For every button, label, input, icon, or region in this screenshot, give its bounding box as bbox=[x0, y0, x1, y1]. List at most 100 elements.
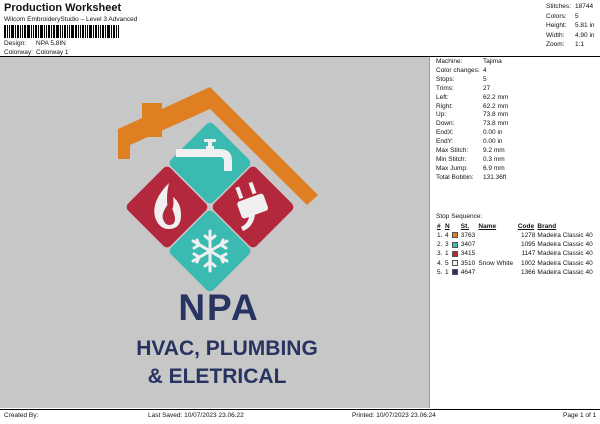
barcode-bar bbox=[35, 25, 37, 38]
machine-info-label: Trims: bbox=[436, 84, 454, 92]
width-label: Width: bbox=[546, 31, 565, 39]
barcode-bar bbox=[11, 25, 14, 38]
thread-name: Snow White bbox=[478, 259, 514, 267]
stop-table-header: # N St. Name Code Brand bbox=[436, 222, 598, 231]
thread-brand: Madeira Classic 40 bbox=[537, 250, 593, 258]
machine-info-row: EndX: 0.00 in bbox=[436, 129, 596, 138]
stop-n: 5 bbox=[444, 259, 449, 267]
thread-swatch bbox=[452, 250, 459, 257]
barcode-bar bbox=[15, 25, 16, 38]
stop-n: 3 bbox=[444, 241, 449, 249]
software-subtitle: Wilcom EmbroideryStudio – Level 3 Advanc… bbox=[4, 16, 138, 23]
width-row: Width: 4.90 in bbox=[546, 31, 600, 41]
col-n: N bbox=[444, 223, 450, 230]
barcode-bar bbox=[31, 25, 32, 38]
barcode-bar bbox=[46, 25, 47, 38]
machine-info-value: 6.9 mm bbox=[483, 164, 505, 172]
machine-info-row: Color changes: 4 bbox=[436, 67, 596, 76]
barcode-bar bbox=[9, 25, 10, 38]
embroidery-design: NPA HVAC, PLUMBING & ELETRICAL bbox=[118, 87, 318, 388]
thread-name bbox=[477, 231, 516, 240]
barcode-bar bbox=[62, 25, 63, 38]
barcode-bar bbox=[38, 25, 39, 38]
stitches-row: Stitches: 18744 bbox=[546, 2, 600, 12]
barcode-bar bbox=[118, 25, 119, 38]
stop-row: 3. 1 3415 1147 Madeira Classic 40 bbox=[436, 249, 598, 258]
machine-info-value: 27 bbox=[483, 84, 491, 92]
stop-index: 2. bbox=[437, 241, 443, 249]
thread-swatch bbox=[452, 241, 459, 248]
barcode-bar bbox=[60, 25, 61, 38]
thread-brand: Madeira Classic 40 bbox=[537, 259, 593, 267]
barcode-bar bbox=[107, 25, 110, 38]
machine-info-label: EndX: bbox=[436, 129, 454, 137]
barcode-bar bbox=[33, 25, 34, 38]
color-swatch bbox=[451, 240, 460, 249]
machine-info-value: Tajima bbox=[483, 58, 502, 65]
machine-info-value: 5 bbox=[483, 75, 487, 83]
barcode-bar bbox=[51, 25, 52, 38]
zoom-value: 1:1 bbox=[575, 41, 585, 48]
machine-info-value: 0.00 in bbox=[483, 138, 503, 146]
machine-info-row: Down: 73.8 mm bbox=[436, 120, 596, 129]
barcode-bar bbox=[80, 25, 81, 38]
machine-info-row: Right: 62.2 mm bbox=[436, 103, 596, 112]
barcode-bar bbox=[53, 25, 55, 38]
machine-info-label: Down: bbox=[436, 120, 455, 128]
barcode-bar bbox=[93, 25, 94, 38]
barcode-bar bbox=[22, 25, 23, 38]
machine-info-label: Min Stitch: bbox=[436, 155, 467, 163]
barcode-bar bbox=[85, 25, 86, 38]
summary-panel: Stitches: 18744 Colors: 5 Height: 5.81 in W… bbox=[546, 2, 600, 50]
worksheet-title: Production Worksheet bbox=[4, 2, 122, 14]
height-value: 5.81 in bbox=[575, 22, 595, 29]
barcode-bar bbox=[44, 25, 45, 38]
thread-brand: Madeira Classic 40 bbox=[537, 268, 593, 276]
stitches-label: Stitches: bbox=[546, 3, 571, 10]
col-code: Code bbox=[517, 223, 535, 230]
machine-info-row: Total Bobbin: 131.36ft bbox=[436, 174, 596, 183]
barcode-bar bbox=[75, 25, 77, 38]
logo-npa-text: NPA bbox=[178, 287, 259, 328]
thread-name bbox=[477, 240, 516, 249]
thread-swatch bbox=[452, 269, 459, 276]
machine-info-panel: Machine: Tajima Color changes: 4 Stops: 5 Trim… bbox=[436, 58, 596, 183]
thread-code: 1147 bbox=[521, 250, 536, 258]
barcode-bar bbox=[89, 25, 92, 38]
thread-code: 1095 bbox=[520, 241, 536, 249]
barcode-bar bbox=[20, 25, 21, 38]
machine-info-label: Color changes: bbox=[436, 66, 480, 74]
height-label: Height: bbox=[546, 22, 567, 29]
last-saved: Last Saved: 10/07/2023 23.06.22 bbox=[148, 412, 244, 419]
stop-n: 1 bbox=[444, 250, 449, 258]
height-row: Height: 5.81 in bbox=[546, 21, 600, 31]
zoom-row: Zoom: 1:1 bbox=[546, 40, 600, 50]
machine-info-row: EndY: 0.00 in bbox=[436, 138, 596, 147]
barcode-bar bbox=[7, 25, 8, 38]
colors-row: Colors: 5 bbox=[546, 12, 600, 22]
machine-info-value: 131.36ft bbox=[483, 173, 507, 181]
machine-info-value: 62.2 mm bbox=[483, 102, 509, 110]
stop-stitches: 3415 bbox=[460, 250, 476, 258]
machine-info-value: 0.3 mm bbox=[483, 155, 505, 163]
color-swatch bbox=[451, 231, 460, 240]
machine-info-row: Up: 73.8 mm bbox=[436, 111, 596, 120]
created-by: Created By: bbox=[4, 412, 39, 419]
thread-name bbox=[477, 249, 516, 258]
machine-info-value: 9.2 mm bbox=[483, 147, 505, 155]
machine-info-value: 0.00 in bbox=[483, 129, 503, 137]
color-swatch bbox=[451, 268, 460, 277]
machine-info-row: Left: 62.2 mm bbox=[436, 94, 596, 103]
thread-code: 1278 bbox=[520, 232, 536, 240]
stop-row: 5. 1 4647 1366 Madeira Classic 40 bbox=[436, 268, 598, 277]
logo-electrical-text: & ELETRICAL bbox=[148, 365, 287, 388]
thread-brand: Madeira Classic 40 bbox=[537, 241, 593, 249]
stop-stitches: 3407 bbox=[460, 241, 476, 249]
barcode-bar bbox=[111, 25, 112, 38]
machine-info-value: 4 bbox=[483, 66, 487, 74]
stop-sequence-label: Stop Sequence: bbox=[436, 213, 483, 220]
col-swatch bbox=[451, 222, 460, 231]
colorway-value: Colorway 1 bbox=[36, 49, 69, 56]
barcode-bar bbox=[17, 25, 19, 38]
stop-stitches: 4647 bbox=[460, 268, 476, 276]
